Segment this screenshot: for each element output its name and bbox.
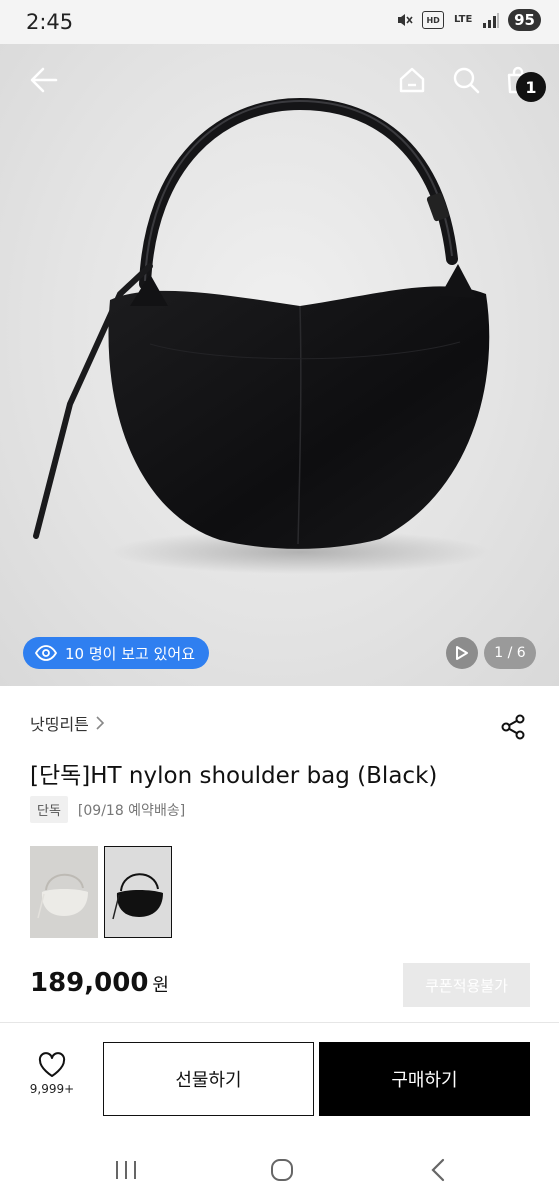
share-button[interactable] bbox=[496, 710, 530, 744]
coupon-button[interactable]: 쿠폰적용불가 bbox=[403, 963, 530, 1007]
lte-icon: LTE bbox=[453, 14, 473, 25]
system-nav-bar bbox=[0, 1140, 559, 1200]
back-system-button[interactable] bbox=[416, 1152, 460, 1188]
thumbnail-image bbox=[105, 847, 171, 937]
color-option-black[interactable] bbox=[104, 846, 172, 938]
home-system-button[interactable] bbox=[260, 1152, 304, 1188]
share-icon bbox=[501, 714, 525, 740]
eye-icon bbox=[35, 645, 57, 661]
product-image-carousel[interactable]: 10 명이 보고 있어요 1 / 6 bbox=[0, 44, 559, 686]
status-icons: HD LTE 95 bbox=[396, 9, 541, 31]
cart-count-badge: 1 bbox=[516, 72, 546, 102]
play-icon bbox=[456, 646, 468, 660]
exclusive-tag: 단독 bbox=[30, 796, 68, 823]
brand-name: 낫띵리튼 bbox=[30, 715, 89, 734]
recent-apps-icon bbox=[116, 1161, 136, 1179]
search-button[interactable] bbox=[444, 58, 488, 102]
search-icon bbox=[453, 67, 480, 94]
viewers-badge: 10 명이 보고 있어요 bbox=[23, 637, 209, 669]
color-option-ivory[interactable] bbox=[30, 846, 98, 938]
buy-button[interactable]: 구매하기 bbox=[319, 1042, 530, 1116]
product-image bbox=[33, 97, 490, 574]
like-button[interactable]: 9,999+ bbox=[24, 1052, 80, 1110]
price-currency: 원 bbox=[152, 975, 169, 996]
back-button[interactable] bbox=[22, 58, 66, 102]
status-time: 2:45 bbox=[26, 10, 74, 34]
home-circle-icon bbox=[271, 1159, 293, 1181]
chevron-left-icon bbox=[431, 1158, 445, 1182]
shipping-note: [09/18 예약배송] bbox=[77, 802, 186, 819]
chevron-right-icon bbox=[96, 716, 105, 730]
home-icon bbox=[399, 67, 425, 93]
color-options bbox=[30, 846, 172, 938]
signal-icon bbox=[482, 12, 500, 28]
thumbnail-image bbox=[30, 846, 98, 938]
divider bbox=[0, 1022, 559, 1023]
like-count: 9,999+ bbox=[29, 1082, 75, 1096]
brand-link[interactable]: 낫띵리튼 bbox=[30, 711, 105, 735]
play-button[interactable] bbox=[446, 637, 478, 669]
viewers-text: 10 명이 보고 있어요 bbox=[65, 644, 195, 663]
status-bar: 2:45 HD LTE 95 bbox=[0, 0, 559, 44]
product-title: [단독]HT nylon shoulder bag (Black) bbox=[30, 763, 438, 789]
hd-voice-icon: HD bbox=[422, 11, 445, 29]
price-row: 189,000 원 bbox=[30, 968, 169, 998]
image-page-counter: 1 / 6 bbox=[484, 637, 536, 669]
gift-button[interactable]: 선물하기 bbox=[103, 1042, 314, 1116]
battery-icon: 95 bbox=[508, 9, 541, 31]
mute-icon bbox=[396, 11, 414, 29]
price-value: 189,000 bbox=[30, 968, 149, 998]
recent-apps-button[interactable] bbox=[104, 1152, 148, 1188]
home-button[interactable] bbox=[390, 58, 434, 102]
heart-icon bbox=[38, 1052, 66, 1077]
back-arrow-icon bbox=[30, 67, 58, 93]
product-tags: 단독 [09/18 예약배송] bbox=[30, 796, 185, 823]
